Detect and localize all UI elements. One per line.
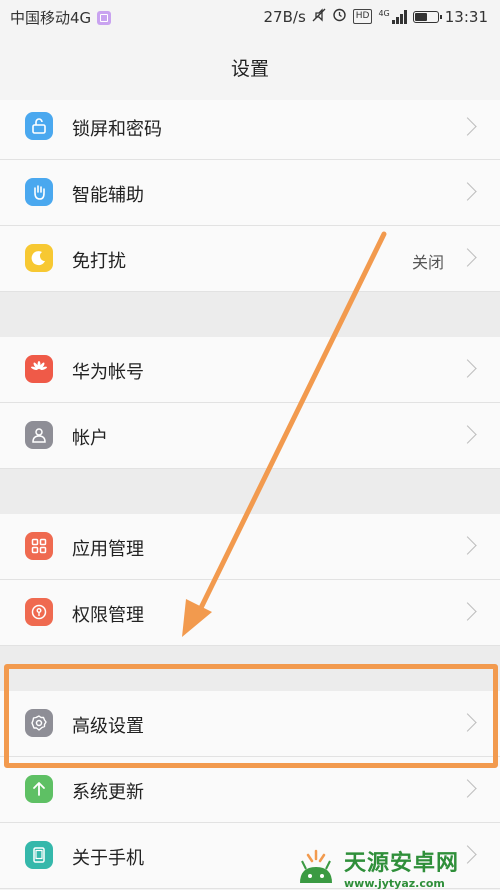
clock: 13:31 <box>444 7 488 26</box>
settings-row-label: 锁屏和密码 <box>72 119 162 140</box>
settings-row-label: 高级设置 <box>72 716 144 737</box>
chevron-right-icon <box>458 713 477 732</box>
image-notification-icon <box>97 10 112 25</box>
network-speed: 27B/s <box>263 7 306 26</box>
settings-row-smart-assist[interactable]: 智能辅助 <box>0 160 500 226</box>
huawei-icon <box>25 355 53 383</box>
status-bar: 中国移动4G 27B/s HD 4G 13:31 <box>0 0 500 34</box>
settings-row-lock-screen[interactable]: 锁屏和密码 <box>0 100 500 160</box>
signal-icon: 4G <box>378 8 407 24</box>
alarm-icon <box>332 7 347 26</box>
page-title: 设置 <box>230 57 269 80</box>
mute-icon <box>312 7 326 26</box>
settings-row-label: 关于手机 <box>72 848 144 869</box>
section-divider <box>0 646 500 691</box>
settings-row-label: 智能辅助 <box>72 185 144 206</box>
person-icon <box>25 421 53 449</box>
carrier-text: 中国移动4G <box>10 9 92 27</box>
key-icon <box>25 598 53 626</box>
settings-row-label: 权限管理 <box>72 605 144 626</box>
chevron-right-icon <box>458 117 477 136</box>
android-logo-icon <box>300 849 332 883</box>
settings-row-huawei-account[interactable]: 华为帐号 <box>0 337 500 403</box>
phone-icon <box>25 841 53 869</box>
gear-icon <box>25 709 53 737</box>
grid-icon <box>25 532 53 560</box>
chevron-right-icon <box>458 248 477 267</box>
settings-row-system-update[interactable]: 系统更新 <box>0 757 500 823</box>
chevron-right-icon <box>458 779 477 798</box>
settings-row-label: 华为帐号 <box>72 362 144 383</box>
network-type: 4G <box>378 8 390 18</box>
settings-row-label: 应用管理 <box>72 539 144 560</box>
chevron-right-icon <box>458 182 477 201</box>
settings-row-do-not-disturb[interactable]: 免打扰 关闭 <box>0 226 500 292</box>
settings-row-advanced-settings[interactable]: 高级设置 <box>0 691 500 757</box>
section-divider <box>0 292 500 337</box>
lock-icon <box>25 112 53 140</box>
arrow-up-icon <box>25 775 53 803</box>
watermark-title: 天源安卓网 <box>344 850 460 876</box>
settings-row-permission-manager[interactable]: 权限管理 <box>0 580 500 646</box>
settings-row-value: 关闭 <box>411 253 444 272</box>
title-bar: 设置 <box>0 34 500 101</box>
settings-row-label: 免打扰 <box>72 251 126 272</box>
chevron-right-icon <box>458 359 477 378</box>
hand-icon <box>25 178 53 206</box>
settings-row-app-manager[interactable]: 应用管理 <box>0 514 500 580</box>
chevron-right-icon <box>458 425 477 444</box>
settings-row-label: 帐户 <box>72 428 108 449</box>
hd-badge: HD <box>352 9 373 24</box>
chevron-right-icon <box>458 602 477 621</box>
battery-icon <box>412 10 442 23</box>
settings-row-accounts[interactable]: 帐户 <box>0 403 500 469</box>
watermark: 天源安卓网 www.jytyaz.com <box>294 845 494 890</box>
moon-icon <box>25 244 53 272</box>
watermark-url: www.jytyaz.com <box>344 876 445 890</box>
chevron-right-icon <box>458 536 477 555</box>
settings-row-label: 系统更新 <box>72 782 144 803</box>
section-divider <box>0 469 500 514</box>
